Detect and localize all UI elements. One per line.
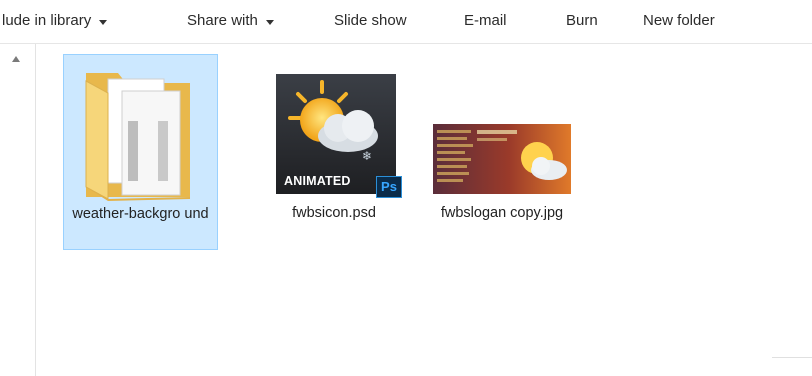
file-item-weather-background[interactable]: weather-backgro und bbox=[63, 54, 218, 250]
horizontal-scrollbar[interactable] bbox=[772, 357, 812, 376]
file-name: fwbslogan copy.jpg bbox=[440, 205, 564, 221]
burn-label: Burn bbox=[566, 12, 598, 29]
slide-show-button[interactable]: Slide show bbox=[334, 11, 407, 31]
share-with-menu[interactable]: Share with bbox=[187, 11, 274, 31]
share-with-label: Share with bbox=[187, 12, 258, 29]
psd-thumbnail: ❄ ANIMATED Ps bbox=[276, 74, 402, 198]
new-folder-button[interactable]: New folder bbox=[643, 11, 715, 31]
file-name: fwbsicon.psd bbox=[292, 205, 376, 221]
svg-text:❄: ❄ bbox=[362, 149, 372, 163]
burn-button[interactable]: Burn bbox=[566, 11, 598, 31]
file-item-fwbsicon[interactable]: ❄ ANIMATED Ps fwbsicon.psd bbox=[260, 62, 408, 232]
folder-icon bbox=[85, 73, 190, 201]
file-name: weather-backgro und bbox=[72, 206, 209, 222]
new-folder-label: New folder bbox=[643, 12, 715, 29]
jpg-thumbnail bbox=[433, 124, 571, 194]
photoshop-badge-icon: Ps bbox=[376, 176, 402, 198]
scroll-up-icon[interactable] bbox=[12, 56, 20, 62]
animated-overlay-label: ANIMATED bbox=[284, 174, 351, 188]
include-in-library-menu[interactable]: lude in library bbox=[2, 11, 108, 31]
slide-show-label: Slide show bbox=[334, 12, 407, 29]
email-label: E-mail bbox=[464, 12, 507, 29]
include-in-library-label: lude in library bbox=[2, 12, 92, 29]
chevron-down-icon bbox=[265, 19, 274, 25]
command-bar: lude in library Share with Slide show E-… bbox=[0, 0, 812, 44]
email-button[interactable]: E-mail bbox=[464, 11, 507, 31]
chevron-down-icon bbox=[99, 19, 108, 25]
vertical-scrollbar[interactable] bbox=[0, 44, 36, 376]
file-item-fwbslogan[interactable]: fwbslogan copy.jpg bbox=[428, 62, 576, 252]
